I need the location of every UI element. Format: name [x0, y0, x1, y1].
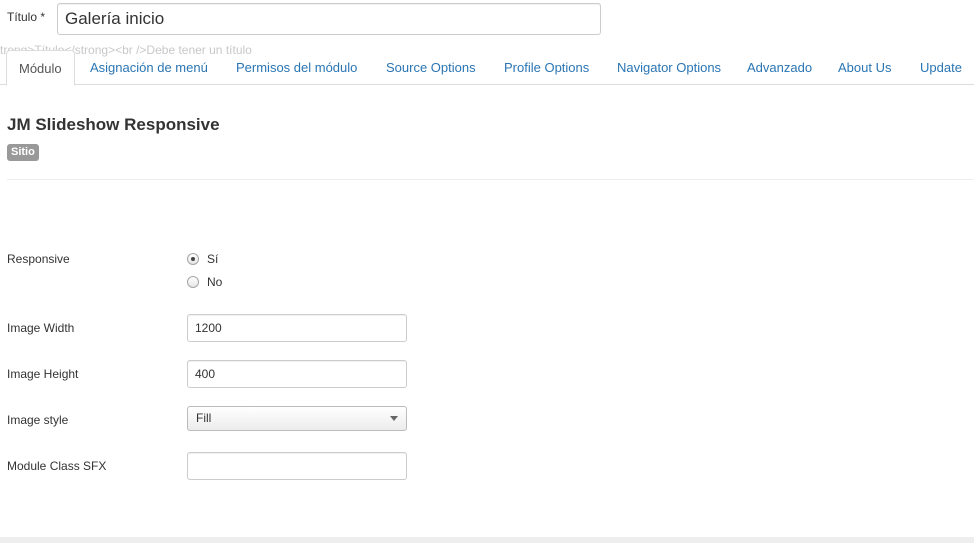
module-tabs: Módulo Asignación de menú Permisos del m…: [0, 50, 974, 86]
radio-si[interactable]: [187, 253, 199, 265]
responsive-label: Responsive: [7, 252, 70, 266]
tab-source-options[interactable]: Source Options: [386, 50, 476, 85]
image-height-input[interactable]: [187, 360, 407, 388]
title-label: Título *: [7, 10, 46, 24]
image-style-select[interactable]: Fill: [187, 406, 407, 431]
module-class-sfx-label: Module Class SFX: [7, 459, 107, 473]
radio-no-label: No: [207, 275, 223, 289]
tab-modulo[interactable]: Módulo: [6, 50, 75, 86]
footer-bar: [0, 537, 974, 543]
tab-advanzado[interactable]: Advanzado: [747, 50, 812, 85]
divider: [7, 179, 974, 180]
tab-permisos-modulo[interactable]: Permisos del módulo: [236, 50, 357, 85]
tab-navigator-options[interactable]: Navigator Options: [617, 50, 721, 85]
tab-about-us[interactable]: About Us: [838, 50, 891, 85]
radio-no[interactable]: [187, 276, 199, 288]
site-badge: Sitio: [7, 144, 39, 161]
image-height-label: Image Height: [7, 367, 79, 381]
radio-si-label: Sí: [207, 252, 219, 266]
tab-update[interactable]: Update: [920, 50, 962, 85]
image-style-value: Fill: [196, 411, 212, 425]
title-row: Título *: [0, 0, 974, 40]
responsive-option-no[interactable]: No: [187, 274, 222, 290]
module-class-sfx-input[interactable]: [187, 452, 407, 480]
tab-profile-options[interactable]: Profile Options: [504, 50, 589, 85]
image-style-label: Image style: [7, 413, 69, 427]
responsive-option-si[interactable]: Sí: [187, 251, 218, 267]
module-title: JM Slideshow Responsive: [7, 115, 220, 134]
chevron-down-icon: [390, 416, 398, 421]
title-input[interactable]: [57, 3, 601, 35]
image-width-input[interactable]: [187, 314, 407, 342]
tab-asignacion-menu[interactable]: Asignación de menú: [90, 50, 208, 85]
image-width-label: Image Width: [7, 321, 75, 335]
